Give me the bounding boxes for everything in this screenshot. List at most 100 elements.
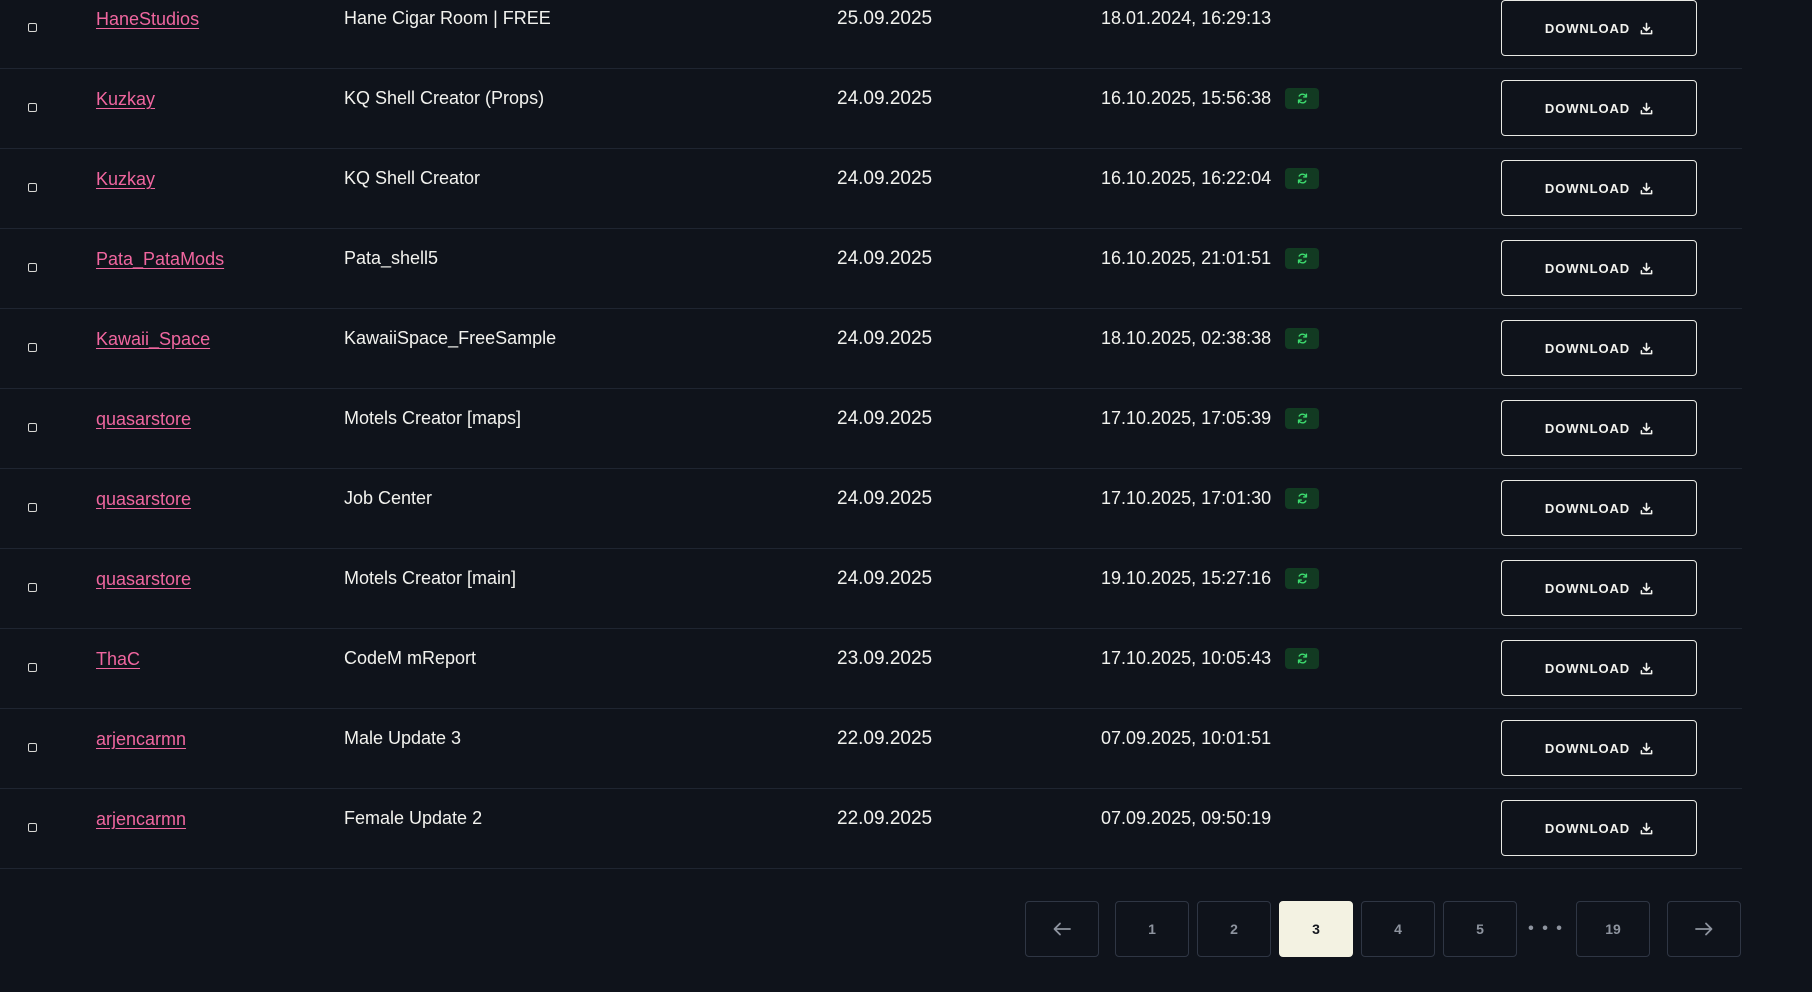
download-button-label: DOWNLOAD bbox=[1544, 500, 1631, 516]
download-icon-wrap bbox=[1640, 102, 1653, 115]
row-checkbox[interactable] bbox=[28, 583, 37, 592]
sync-status-badge bbox=[1285, 647, 1320, 669]
page-button-1[interactable]: 1 bbox=[1115, 901, 1189, 957]
author-link[interactable]: Kuzkay bbox=[96, 167, 155, 191]
sync-icon bbox=[1297, 573, 1307, 583]
asset-name: Pata_shell5 bbox=[344, 248, 439, 268]
download-button-label: DOWNLOAD bbox=[1544, 260, 1631, 276]
asset-name: Female Update 2 bbox=[344, 808, 483, 828]
updated-timestamp: 17.10.2025, 17:05:39 bbox=[1101, 408, 1272, 428]
author-link[interactable]: ThaC bbox=[96, 647, 140, 671]
arrow-left-icon bbox=[1053, 922, 1071, 936]
release-date: 24.09.2025 bbox=[837, 328, 933, 349]
row-checkbox[interactable] bbox=[28, 423, 37, 432]
download-button[interactable]: DOWNLOAD bbox=[1501, 0, 1697, 56]
author-link[interactable]: arjencarmn bbox=[96, 807, 186, 831]
download-button[interactable]: DOWNLOAD bbox=[1501, 80, 1697, 136]
download-icon bbox=[1640, 22, 1653, 34]
download-icon bbox=[1640, 102, 1653, 114]
download-button[interactable]: DOWNLOAD bbox=[1501, 320, 1697, 376]
updated-timestamp: 16.10.2025, 21:01:51 bbox=[1101, 248, 1272, 268]
row-checkbox[interactable] bbox=[28, 103, 37, 112]
row-checkbox[interactable] bbox=[28, 343, 37, 352]
prev-page-button[interactable] bbox=[1025, 901, 1099, 957]
page-button-5[interactable]: 5 bbox=[1443, 901, 1517, 957]
next-page-button[interactable] bbox=[1667, 901, 1741, 957]
row-checkbox[interactable] bbox=[28, 23, 37, 32]
assets-table: HaneStudios Hane Cigar Room | FREE 25.09.2… bbox=[0, 0, 1742, 869]
row-checkbox[interactable] bbox=[28, 823, 37, 832]
table-row: Pata_PataMods Pata_shell5 24.09.2025 16.10.… bbox=[0, 229, 1742, 309]
sync-status-badge bbox=[1285, 247, 1320, 269]
download-button-label: DOWNLOAD bbox=[1544, 420, 1631, 436]
download-icon bbox=[1640, 342, 1653, 354]
download-icon-wrap bbox=[1640, 342, 1653, 355]
release-date: 24.09.2025 bbox=[837, 168, 933, 189]
download-button-label: DOWNLOAD bbox=[1544, 20, 1631, 36]
updated-timestamp: 18.01.2024, 16:29:13 bbox=[1101, 8, 1272, 28]
updated-timestamp: 19.10.2025, 15:27:16 bbox=[1101, 568, 1272, 588]
sync-status-badge bbox=[1285, 167, 1320, 189]
release-date: 24.09.2025 bbox=[837, 488, 933, 509]
download-icon-wrap bbox=[1640, 262, 1653, 275]
asset-name: Job Center bbox=[344, 488, 433, 508]
sync-status-badge bbox=[1285, 87, 1320, 109]
sync-status-badge bbox=[1285, 407, 1320, 429]
page-button-2[interactable]: 2 bbox=[1197, 901, 1271, 957]
release-date: 22.09.2025 bbox=[837, 808, 933, 829]
download-button[interactable]: DOWNLOAD bbox=[1501, 640, 1697, 696]
asset-name: Male Update 3 bbox=[344, 728, 462, 748]
download-icon-wrap bbox=[1640, 662, 1653, 675]
page-button-4[interactable]: 4 bbox=[1361, 901, 1435, 957]
updated-timestamp: 16.10.2025, 15:56:38 bbox=[1101, 88, 1272, 108]
table-row: ThaC CodeM mReport 23.09.2025 17.10.2025, 1… bbox=[0, 629, 1742, 709]
download-icon-wrap bbox=[1640, 742, 1653, 755]
table-row: quasarstore Motels Creator [maps] 24.09.20… bbox=[0, 389, 1742, 469]
download-icon-wrap bbox=[1640, 502, 1653, 515]
sync-icon bbox=[1297, 253, 1307, 263]
row-checkbox[interactable] bbox=[28, 663, 37, 672]
download-button[interactable]: DOWNLOAD bbox=[1501, 720, 1697, 776]
author-link[interactable]: quasarstore bbox=[96, 567, 191, 591]
download-button-label: DOWNLOAD bbox=[1544, 820, 1631, 836]
page-button-3-current[interactable]: 3 bbox=[1279, 901, 1353, 957]
updated-timestamp: 17.10.2025, 10:05:43 bbox=[1101, 648, 1272, 668]
download-button[interactable]: DOWNLOAD bbox=[1501, 800, 1697, 856]
row-checkbox[interactable] bbox=[28, 183, 37, 192]
author-link[interactable]: quasarstore bbox=[96, 407, 191, 431]
author-link[interactable]: arjencarmn bbox=[96, 727, 186, 751]
sync-icon bbox=[1297, 93, 1307, 103]
asset-name: Motels Creator [main] bbox=[344, 568, 517, 588]
download-button[interactable]: DOWNLOAD bbox=[1501, 240, 1697, 296]
author-link[interactable]: HaneStudios bbox=[96, 7, 199, 31]
updated-at: 16.10.2025, 15:56:38 bbox=[1101, 86, 1320, 110]
author-link[interactable]: Pata_PataMods bbox=[96, 247, 224, 271]
download-icon-wrap bbox=[1640, 582, 1653, 595]
download-button[interactable]: DOWNLOAD bbox=[1501, 400, 1697, 456]
updated-timestamp: 17.10.2025, 17:01:30 bbox=[1101, 488, 1272, 508]
sync-status-badge bbox=[1285, 327, 1320, 349]
author-link[interactable]: Kuzkay bbox=[96, 87, 155, 111]
row-checkbox[interactable] bbox=[28, 743, 37, 752]
download-icon bbox=[1640, 262, 1653, 274]
release-date: 23.09.2025 bbox=[837, 648, 933, 669]
row-checkbox[interactable] bbox=[28, 503, 37, 512]
download-button[interactable]: DOWNLOAD bbox=[1501, 160, 1697, 216]
download-icon-wrap bbox=[1640, 822, 1653, 835]
updated-at: 19.10.2025, 15:27:16 bbox=[1101, 566, 1320, 590]
download-button[interactable]: DOWNLOAD bbox=[1501, 480, 1697, 536]
download-button[interactable]: DOWNLOAD bbox=[1501, 560, 1697, 616]
download-button-label: DOWNLOAD bbox=[1544, 740, 1631, 756]
updated-at: 18.10.2025, 02:38:38 bbox=[1101, 326, 1320, 350]
table-row: quasarstore Motels Creator [main] 24.09.20… bbox=[0, 549, 1742, 629]
page-button-last[interactable]: 19 bbox=[1576, 901, 1650, 957]
asset-name: CodeM mReport bbox=[344, 648, 477, 668]
sync-icon bbox=[1297, 333, 1307, 343]
download-icon-wrap bbox=[1640, 22, 1653, 35]
download-icon bbox=[1640, 422, 1653, 434]
row-checkbox[interactable] bbox=[28, 263, 37, 272]
download-button-label: DOWNLOAD bbox=[1544, 340, 1631, 356]
asset-name: KQ Shell Creator bbox=[344, 168, 481, 188]
author-link[interactable]: quasarstore bbox=[96, 487, 191, 511]
author-link[interactable]: Kawaii_Space bbox=[96, 327, 210, 351]
